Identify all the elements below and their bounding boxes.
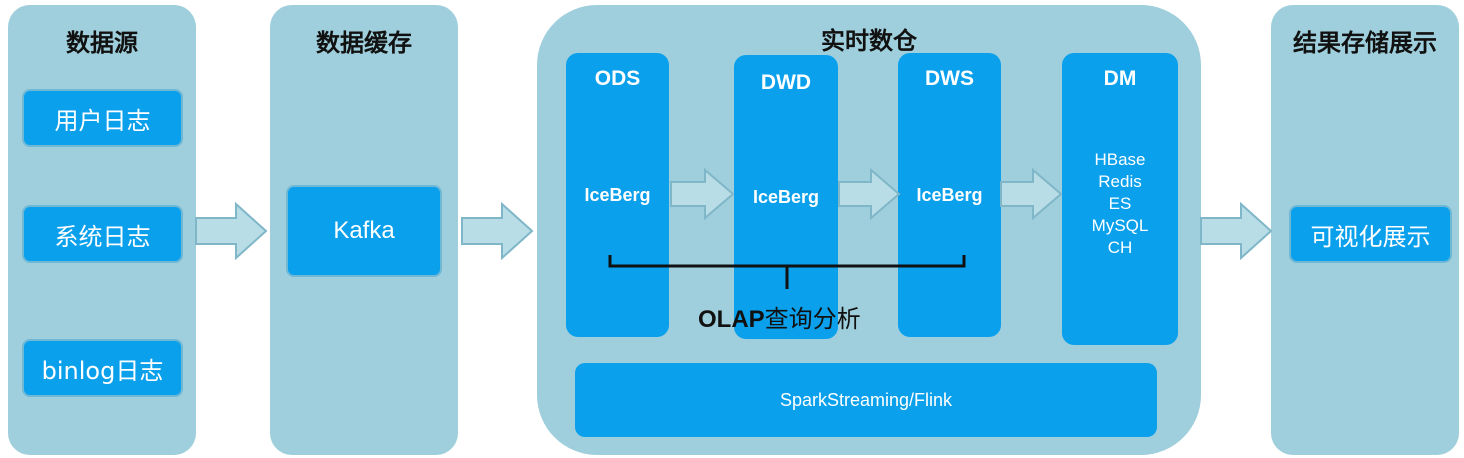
data-source-panel: 数据源 用户日志 系统日志 binlog日志 bbox=[8, 5, 196, 455]
arrow-dws-to-dm bbox=[1000, 168, 1063, 220]
kafka-box: Kafka bbox=[286, 185, 442, 277]
result-title: 结果存储展示 bbox=[1293, 29, 1437, 57]
user-log-box: 用户日志 bbox=[22, 89, 183, 147]
arrow-dwd-to-dws bbox=[838, 168, 901, 220]
result-panel: 结果存储展示 可视化展示 bbox=[1271, 5, 1459, 455]
olap-label-prefix: OLAP bbox=[698, 306, 765, 333]
arrow-source-to-cache bbox=[195, 202, 268, 260]
stream-engine-box: SparkStreaming/Flink bbox=[575, 363, 1157, 437]
binlog-box: binlog日志 bbox=[22, 339, 183, 397]
arrow-ods-to-dwd bbox=[670, 168, 735, 220]
visualization-box: 可视化展示 bbox=[1289, 205, 1452, 263]
arrow-cache-to-warehouse bbox=[461, 202, 534, 260]
data-cache-title: 数据缓存 bbox=[316, 29, 412, 57]
system-log-box: 系统日志 bbox=[22, 205, 183, 263]
data-cache-panel: 数据缓存 Kafka bbox=[270, 5, 458, 455]
realtime-warehouse-panel: 实时数仓 ODS IceBerg DWD IceBerg DWS IceBerg… bbox=[537, 5, 1201, 455]
olap-label-suffix: 查询分析 bbox=[764, 305, 861, 333]
arrow-warehouse-to-result bbox=[1200, 202, 1273, 260]
data-source-title: 数据源 bbox=[66, 29, 138, 57]
olap-label: OLAP查询分析 bbox=[698, 299, 861, 334]
